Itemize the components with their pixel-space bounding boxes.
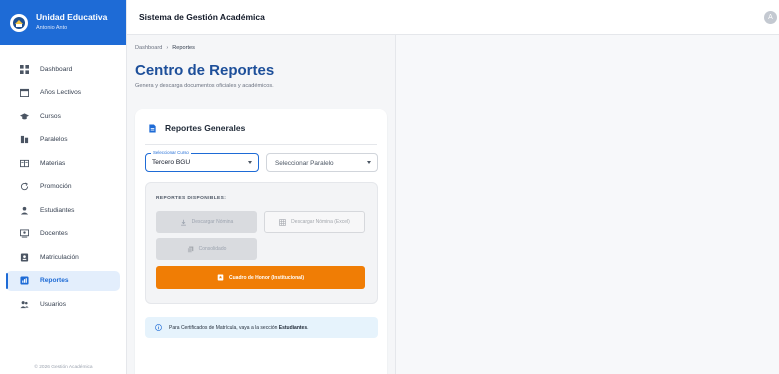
paralelo-select[interactable]: Seleccionar Paralelo [266, 153, 378, 172]
estudiantes-link[interactable]: Estudiantes [279, 325, 307, 331]
breadcrumb: Dashboard › Reportes [135, 45, 195, 51]
sidebar-item-usuarios[interactable]: Usuarios [6, 294, 120, 314]
dashboard-icon [20, 64, 29, 74]
card-header: Reportes Generales [148, 123, 245, 133]
curso-select[interactable]: Seleccionar Curso Tercero BGU [145, 150, 259, 172]
chevron-down-icon [248, 161, 252, 164]
copy-icon [187, 246, 193, 253]
sidebar-item-label: Paralelos [40, 136, 68, 143]
sidebar-item-label: Años Lectivos [40, 89, 82, 96]
breadcrumb-separator: › [166, 45, 169, 51]
info-end: . [307, 324, 309, 331]
breadcrumb-dashboard[interactable]: Dashboard [135, 45, 162, 51]
app-title: Sistema de Gestión Académica [139, 12, 265, 22]
top-bar: Sistema de Gestión Académica A [127, 0, 779, 35]
curso-select-value: Tercero BGU [152, 159, 191, 166]
cuadro-honor-label: Cuadro de Honor (Institucional) [229, 274, 304, 281]
sidebar-item-label: Usuarios [40, 300, 67, 308]
reportes-card: Reportes Generales Seleccionar Curso Ter… [135, 109, 387, 374]
page-subtitle: Genera y descarga documentos oficiales y… [135, 83, 274, 89]
consolidado-button[interactable]: Consolidado [156, 238, 257, 260]
download-icon [180, 219, 186, 226]
sidebar-item-materias[interactable]: Materias [6, 153, 120, 173]
users-icon [20, 300, 29, 309]
report-icon [20, 276, 29, 285]
sidebar-item-estudiantes[interactable]: Estudiantes [6, 200, 120, 220]
sidebar-item-promocion[interactable]: Promoción [6, 177, 120, 197]
brand-title: Unidad Educativa [36, 12, 108, 23]
sidebar-item-label: Materias [40, 159, 66, 167]
sidebar-item-label: Reportes [40, 277, 69, 284]
reports-panel-label: REPORTES DISPONIBLES: [156, 196, 227, 201]
sidebar-item-label: Dashboard [40, 65, 73, 73]
award-icon [217, 274, 224, 281]
sidebar: Unidad Educativa Antonio Anto Dashboard … [0, 0, 127, 374]
breadcrumb-current: Reportes [172, 45, 195, 51]
avatar[interactable]: A [764, 11, 777, 24]
sidebar-item-matriculacion[interactable]: Matriculación [6, 247, 120, 267]
descargar-excel-button[interactable]: Descargar Nómina (Excel) [264, 211, 365, 233]
sidebar-item-reportes[interactable]: Reportes [6, 270, 120, 291]
info-icon [155, 324, 162, 331]
page-title: Centro de Reportes [135, 62, 275, 79]
brand-user: Antonio Anto [36, 25, 68, 32]
sidebar-item-label: Matriculación [40, 253, 79, 261]
brand-header: Unidad Educativa Antonio Anto [0, 0, 126, 45]
sidebar-item-dashboard[interactable]: Dashboard [6, 59, 120, 79]
sidebar-item-anos-lectivos[interactable]: Años Lectivos [6, 83, 120, 103]
descargar-nomina-button[interactable]: Descargar Nómina [156, 211, 257, 233]
badge-icon [20, 252, 29, 262]
sidebar-item-label: Promoción [40, 183, 72, 190]
sidebar-item-label: Cursos [40, 112, 61, 120]
sidebar-item-cursos[interactable]: Cursos [6, 106, 120, 126]
sidebar-item-docentes[interactable]: Docentes [6, 224, 120, 244]
curso-select-label: Seleccionar Curso [151, 150, 191, 155]
sidebar-nav: Dashboard Años Lectivos Cursos Paralelos… [0, 45, 126, 314]
school-logo-icon [10, 13, 28, 32]
descargar-excel-label: Descargar Nómina (Excel) [291, 219, 350, 225]
sidebar-footer: © 2026 Gestión Académica [34, 365, 93, 370]
empty-panel [396, 35, 779, 374]
consolidado-label: Consolidado [198, 246, 227, 252]
info-alert: Para Certificados de Matrícula, vaya a l… [145, 317, 378, 338]
document-icon [149, 123, 156, 133]
refresh-icon [20, 182, 29, 191]
columns-icon [20, 135, 29, 144]
descargar-nomina-label: Descargar Nómina [191, 219, 234, 225]
sidebar-item-label: Estudiantes [40, 206, 75, 214]
info-text: Para Certificados de Matrícula, vaya a l… [169, 325, 309, 331]
main-content: Dashboard › Reportes Centro de Reportes … [127, 35, 396, 374]
chevron-down-icon [367, 161, 371, 164]
card-divider [145, 144, 377, 145]
card-title: Reportes Generales [165, 123, 246, 133]
paralelo-select-placeholder: Seleccionar Paralelo [275, 159, 334, 167]
sidebar-item-label: Docentes [40, 230, 68, 237]
table-icon [279, 218, 286, 226]
sidebar-item-paralelos[interactable]: Paralelos [6, 130, 120, 150]
teacher-icon [20, 229, 29, 238]
calendar-icon [20, 88, 29, 97]
info-message: Para Certificados de Matrícula, vaya a l… [169, 324, 278, 331]
reports-panel: REPORTES DISPONIBLES: Descargar Nómina D… [145, 182, 378, 304]
book-icon [20, 159, 29, 168]
cuadro-honor-button[interactable]: Cuadro de Honor (Institucional) [156, 266, 365, 289]
graduation-cap-icon [20, 112, 29, 121]
person-icon [20, 206, 29, 215]
